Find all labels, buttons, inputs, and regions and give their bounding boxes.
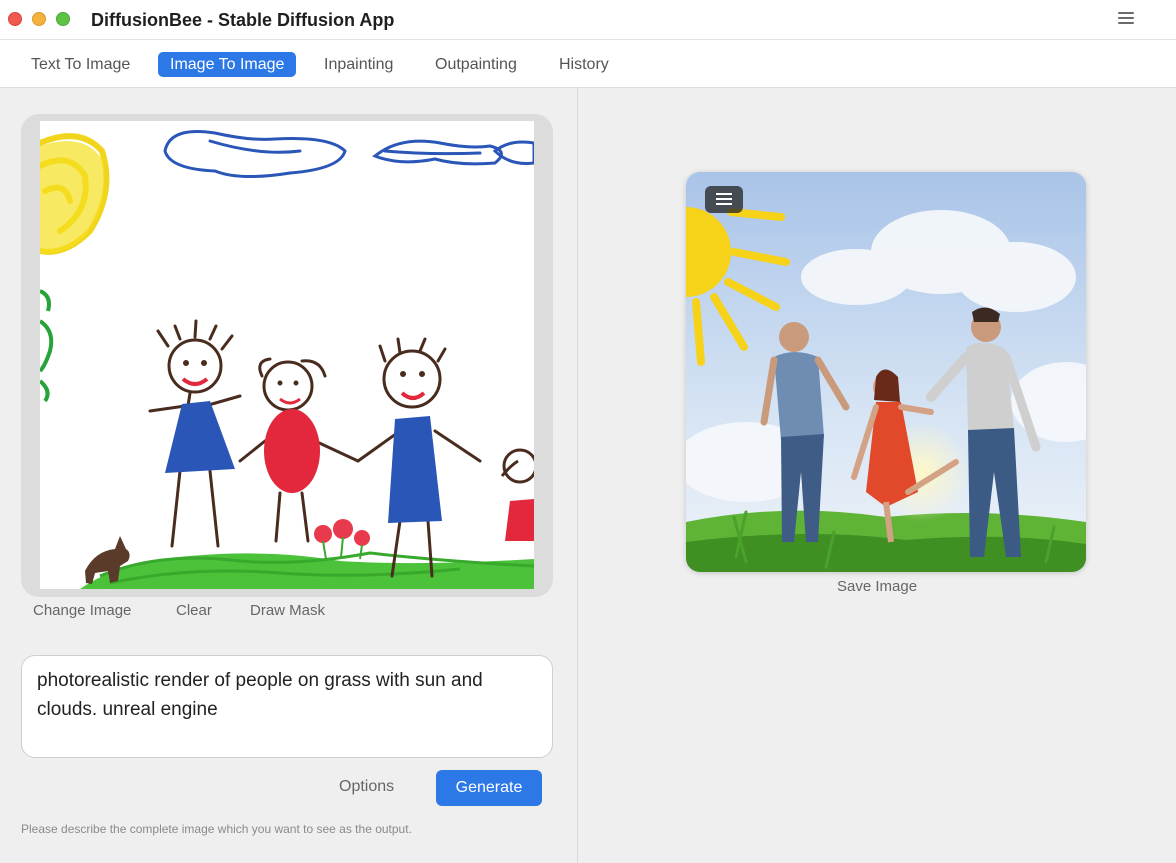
minimize-window-button[interactable] [32, 12, 46, 26]
panel-divider [577, 88, 578, 863]
tab-outpainting[interactable]: Outpainting [423, 52, 529, 77]
input-image[interactable] [40, 121, 534, 589]
prompt-input[interactable]: photorealistic render of people on grass… [21, 655, 553, 758]
drawing-clouds [163, 129, 534, 179]
title-bar: DiffusionBee - Stable Diffusion App [0, 0, 1176, 40]
tab-bar: Text To Image Image To Image Inpainting … [0, 40, 1176, 88]
output-menu-icon[interactable] [705, 186, 743, 213]
close-window-button[interactable] [8, 12, 22, 26]
tab-text-to-image[interactable]: Text To Image [19, 52, 142, 77]
clear-button[interactable]: Clear [176, 602, 212, 619]
tab-inpainting[interactable]: Inpainting [312, 52, 405, 77]
menu-icon[interactable] [1118, 12, 1134, 26]
save-image-button[interactable]: Save Image [837, 578, 917, 595]
generate-button[interactable]: Generate [436, 770, 542, 806]
app-title: DiffusionBee - Stable Diffusion App [91, 10, 395, 30]
change-image-button[interactable]: Change Image [33, 602, 131, 619]
output-image[interactable] [686, 172, 1086, 572]
draw-mask-button[interactable]: Draw Mask [250, 602, 325, 619]
maximize-window-button[interactable] [56, 12, 70, 26]
tab-image-to-image[interactable]: Image To Image [158, 52, 297, 77]
options-button[interactable]: Options [339, 778, 394, 796]
prompt-hint: Please describe the complete image which… [21, 822, 412, 836]
tab-history[interactable]: History [547, 52, 621, 77]
